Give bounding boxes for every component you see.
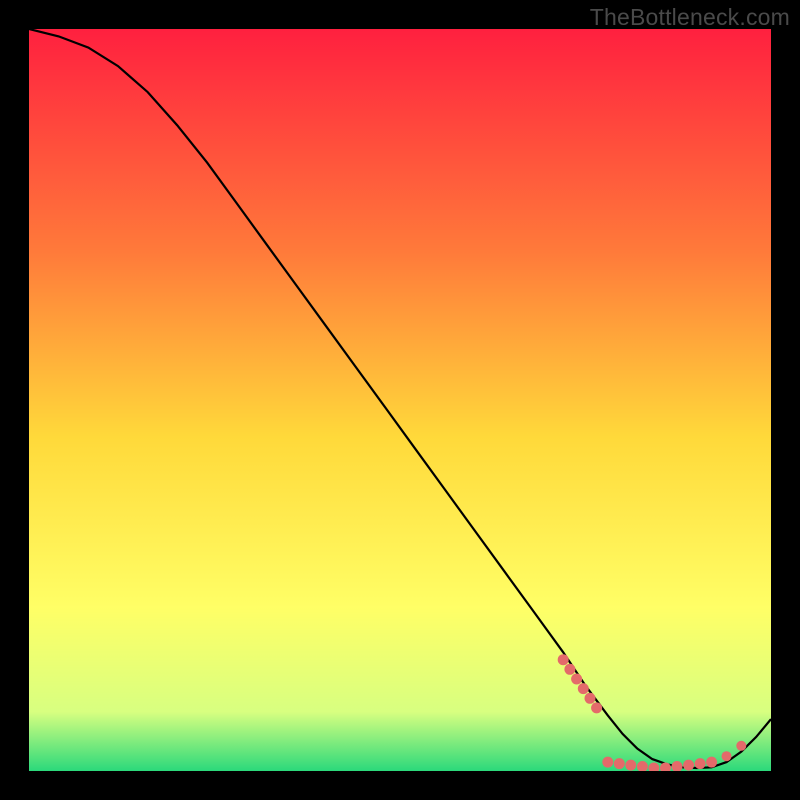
marker-dot bbox=[625, 760, 636, 771]
marker-dot bbox=[564, 664, 575, 675]
marker-dot bbox=[695, 758, 706, 769]
marker-dot bbox=[571, 674, 582, 685]
marker-dot bbox=[683, 760, 694, 771]
marker-dot bbox=[558, 654, 569, 665]
marker-dot bbox=[591, 702, 602, 713]
chart-frame: TheBottleneck.com bbox=[0, 0, 800, 800]
watermark-text: TheBottleneck.com bbox=[590, 4, 790, 31]
marker-dot bbox=[706, 757, 717, 768]
gradient-background bbox=[29, 29, 771, 771]
chart-svg bbox=[29, 29, 771, 771]
marker-dot bbox=[578, 683, 589, 694]
marker-dot bbox=[736, 741, 746, 751]
marker-dot bbox=[602, 757, 613, 768]
marker-dot bbox=[614, 758, 625, 769]
plot-area bbox=[29, 29, 771, 771]
marker-dot bbox=[585, 693, 596, 704]
marker-dot bbox=[722, 751, 732, 761]
